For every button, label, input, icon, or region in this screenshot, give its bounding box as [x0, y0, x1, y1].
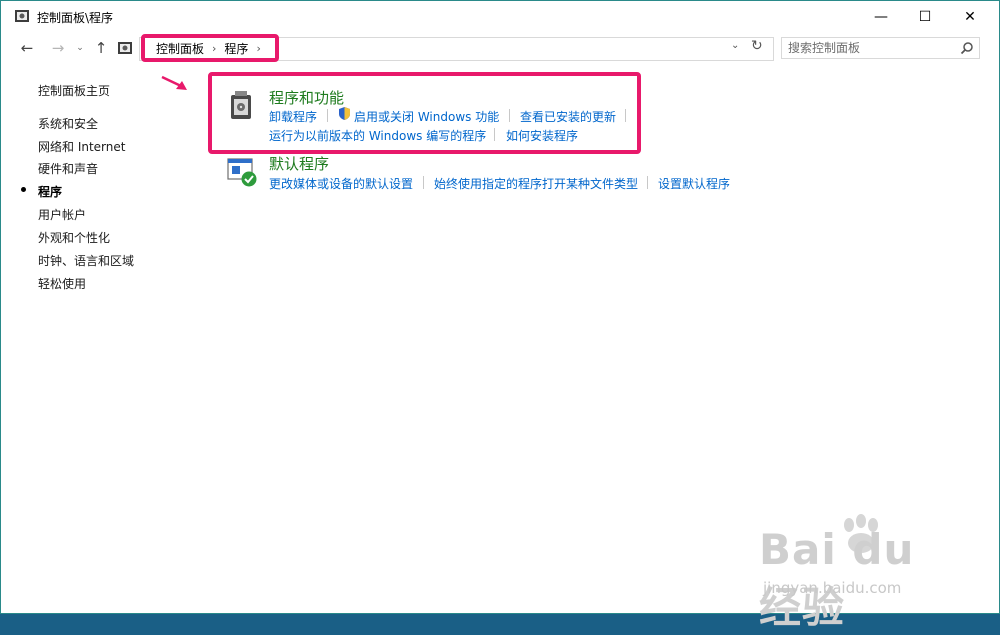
navigation-bar: ← → ⌄ ↑ 控制面板 › 程序 › ⌄ ↻: [1, 32, 999, 64]
up-button[interactable]: ↑: [91, 38, 111, 58]
windows-features-link[interactable]: 启用或关闭 Windows 功能: [354, 108, 499, 125]
sidebar-item-ease-of-access[interactable]: 轻松使用: [38, 275, 86, 292]
control-panel-icon: [118, 42, 132, 54]
sidebar-item-hardware-sound[interactable]: 硬件和声音: [38, 160, 98, 177]
link-separator: [625, 109, 626, 122]
title-bar: 控制面板\程序 — ☐ ✕: [1, 1, 999, 32]
back-button[interactable]: ←: [16, 38, 38, 58]
programs-features-icon: [231, 91, 251, 119]
programs-features-title[interactable]: 程序和功能: [269, 87, 344, 108]
breadcrumb-item-programs[interactable]: 程序: [224, 40, 248, 57]
search-input[interactable]: [788, 40, 948, 56]
sidebar-item-appearance[interactable]: 外观和个性化: [38, 229, 110, 246]
sidebar-item-programs[interactable]: 程序: [38, 183, 62, 200]
compatibility-link[interactable]: 运行为以前版本的 Windows 编写的程序: [269, 127, 486, 144]
installed-updates-link[interactable]: 查看已安装的更新: [520, 108, 616, 125]
uninstall-program-link[interactable]: 卸载程序: [269, 108, 317, 125]
window-title: 控制面板\程序: [37, 11, 114, 25]
chevron-right-icon: ›: [212, 41, 217, 55]
current-item-bullet: [21, 187, 26, 192]
set-default-programs-link[interactable]: 设置默认程序: [658, 175, 730, 192]
file-type-association-link[interactable]: 始终使用指定的程序打开某种文件类型: [434, 175, 638, 192]
sidebar-item-clock-region[interactable]: 时钟、语言和区域: [38, 252, 134, 269]
breadcrumb-item-control-panel[interactable]: 控制面板: [156, 40, 204, 57]
breadcrumb[interactable]: 控制面板 › 程序 ›: [141, 34, 279, 62]
search-box[interactable]: [781, 37, 980, 59]
uac-shield-icon: [339, 107, 350, 120]
baidu-watermark: Bai du经验 jingyan.baidu.com: [759, 513, 949, 632]
control-panel-window: 控制面板\程序 — ☐ ✕ ← → ⌄ ↑ 控制面板 › 程序 › ⌄ ↻ 搜索…: [0, 0, 1000, 632]
refresh-icon[interactable]: ↻: [751, 38, 763, 54]
sidebar-item-system-security[interactable]: 系统和安全: [38, 115, 98, 132]
sidebar-item-user-accounts[interactable]: 用户帐户: [38, 206, 86, 223]
sidebar-item-network[interactable]: 网络和 Internet: [38, 138, 125, 155]
link-separator: [647, 176, 648, 189]
forward-button[interactable]: →: [47, 38, 69, 58]
chevron-down-icon[interactable]: ⌄: [731, 40, 739, 51]
search-icon[interactable]: [960, 41, 974, 55]
sidebar-item-home[interactable]: 控制面板主页: [38, 82, 110, 99]
watermark-url: jingyan.baidu.com: [763, 579, 902, 597]
minimize-button[interactable]: —: [858, 1, 904, 32]
maximize-button[interactable]: ☐: [902, 1, 948, 32]
how-to-install-link[interactable]: 如何安装程序: [506, 127, 578, 144]
default-programs-icon: [227, 158, 257, 187]
close-button[interactable]: ✕: [947, 1, 993, 32]
annotation-arrow-icon: [161, 75, 187, 90]
chevron-right-icon[interactable]: ›: [256, 42, 260, 55]
control-panel-icon: [15, 10, 29, 22]
link-separator: [327, 109, 328, 122]
link-separator: [423, 176, 424, 189]
media-defaults-link[interactable]: 更改媒体或设备的默认设置: [269, 175, 413, 192]
link-separator: [509, 109, 510, 122]
default-programs-title[interactable]: 默认程序: [269, 153, 329, 174]
recent-locations-button[interactable]: ⌄: [73, 38, 87, 58]
link-separator: [494, 128, 495, 141]
